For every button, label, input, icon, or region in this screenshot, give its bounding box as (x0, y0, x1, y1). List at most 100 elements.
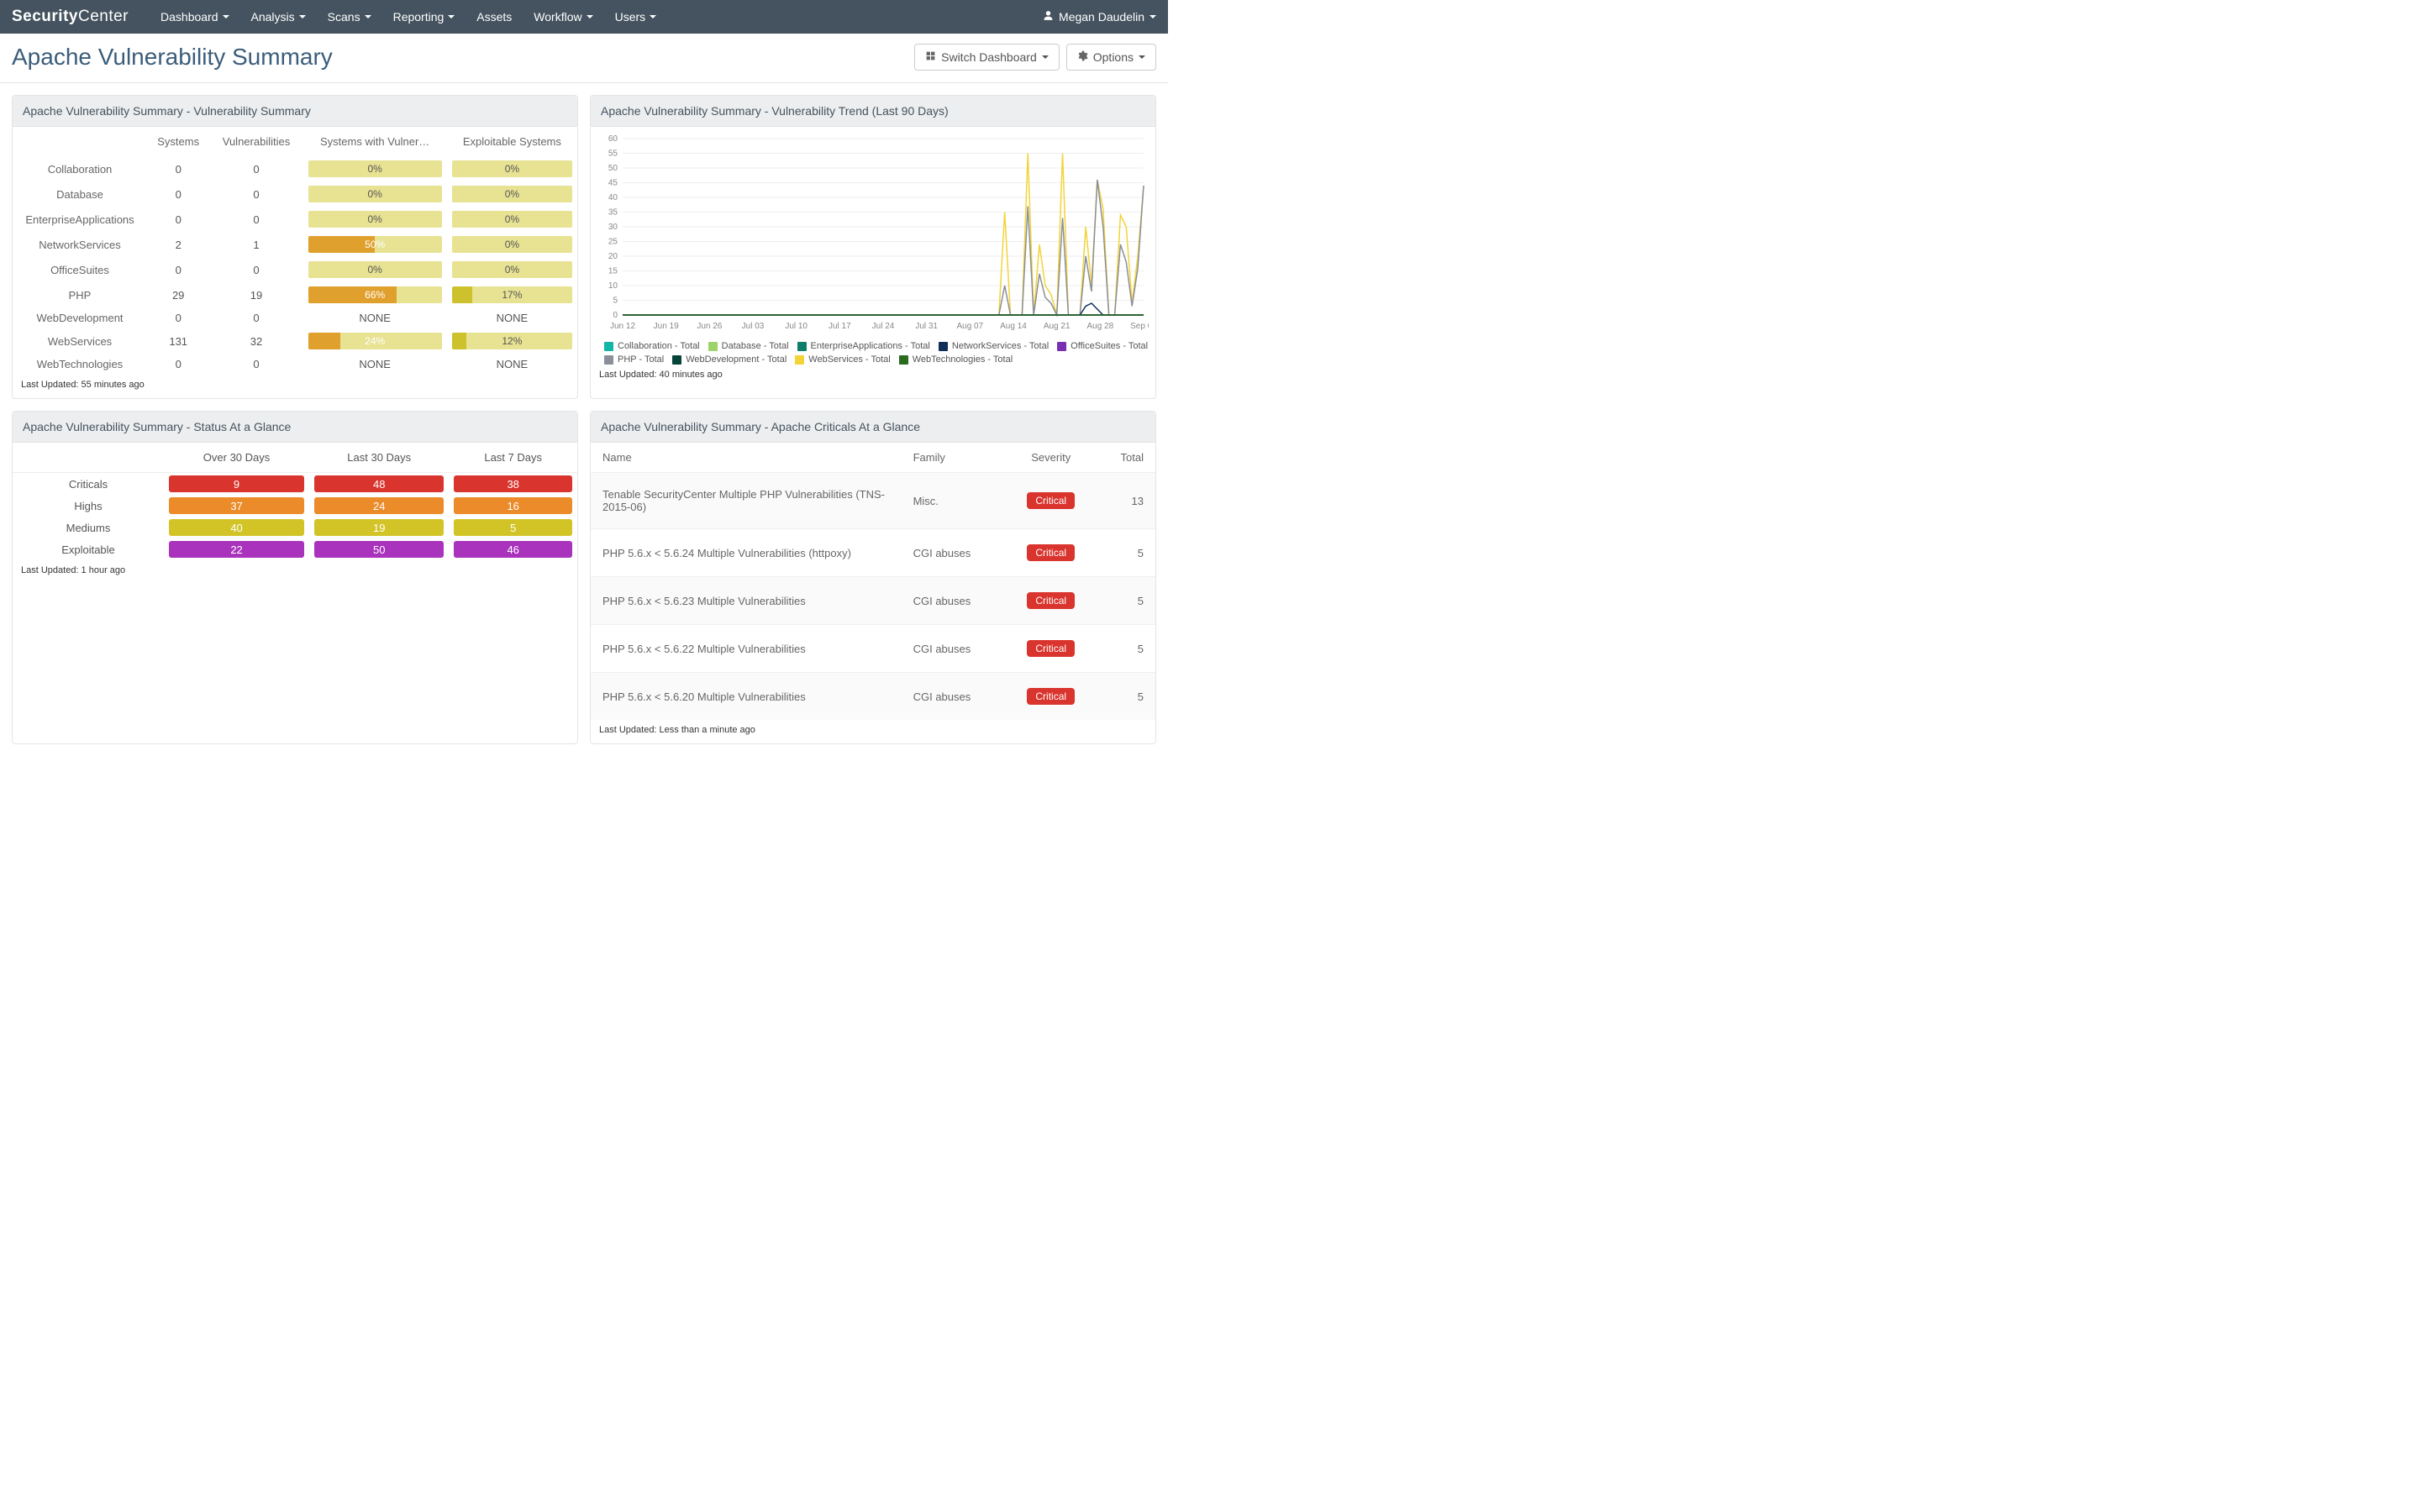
table-row: PHP291966%17% (13, 282, 577, 307)
svg-text:30: 30 (608, 223, 618, 232)
legend-label: PHP - Total (618, 354, 664, 365)
nav-items: Dashboard Analysis Scans Reporting Assets Wor… (160, 10, 656, 24)
status-cell[interactable]: 16 (449, 495, 577, 517)
status-cell[interactable]: 48 (309, 473, 449, 496)
cell-vulns: 0 (209, 354, 302, 375)
table-row: EnterpriseApplications000%0% (13, 207, 577, 232)
nav-item-workflow[interactable]: Workflow (534, 10, 592, 24)
table-row[interactable]: PHP 5.6.x < 5.6.22 Multiple Vulnerabilit… (591, 625, 1155, 673)
panel-header: Apache Vulnerability Summary - Apache Cr… (591, 412, 1155, 443)
brand: SecurityCenter (12, 8, 129, 26)
cell-bar[interactable]: 0% (447, 207, 577, 232)
chevron-down-icon (365, 15, 371, 18)
user-menu[interactable]: Megan Daudelin (1043, 10, 1156, 24)
col-header: Vulnerabilities (209, 127, 302, 156)
table-row: Database000%0% (13, 181, 577, 207)
legend-item[interactable]: PHP - Total (604, 354, 664, 365)
status-cell[interactable]: 50 (309, 538, 449, 560)
crit-family: CGI abuses (902, 577, 1006, 625)
legend-item[interactable]: WebTechnologies - Total (899, 354, 1013, 365)
cell-none: NONE (447, 307, 577, 328)
row-label: WebTechnologies (13, 354, 147, 375)
switch-dashboard-label: Switch Dashboard (941, 50, 1037, 64)
table-row[interactable]: PHP 5.6.x < 5.6.20 Multiple Vulnerabilit… (591, 673, 1155, 721)
col-header[interactable]: Total (1097, 443, 1155, 473)
legend-label: WebDevelopment - Total (686, 354, 786, 365)
status-cell[interactable]: 24 (309, 495, 449, 517)
status-cell[interactable]: 22 (164, 538, 309, 560)
cell-bar[interactable]: 12% (447, 328, 577, 354)
panel-footer: Last Updated: Less than a minute ago (591, 720, 1155, 743)
nav-label: Workflow (534, 10, 581, 24)
cell-bar[interactable]: 0% (447, 232, 577, 257)
trend-chart[interactable]: 051015202530354045505560Jun 12Jun 19Jun … (591, 127, 1155, 338)
cell-bar[interactable]: 50% (303, 232, 447, 257)
table-row: WebTechnologies00NONENONE (13, 354, 577, 375)
col-header[interactable]: Name (591, 443, 902, 473)
legend-label: OfficeSuites - Total (1071, 341, 1148, 351)
col-header: Last 30 Days (309, 443, 449, 473)
svg-text:20: 20 (608, 252, 618, 261)
badge-critical: Critical (1027, 640, 1075, 657)
status-cell[interactable]: 19 (309, 517, 449, 538)
table-row[interactable]: PHP 5.6.x < 5.6.23 Multiple Vulnerabilit… (591, 577, 1155, 625)
legend-item[interactable]: OfficeSuites - Total (1057, 341, 1148, 351)
cell-bar[interactable]: 0% (447, 181, 577, 207)
cell-bar[interactable]: 0% (303, 257, 447, 282)
nav-item-scans[interactable]: Scans (328, 10, 371, 24)
legend-item[interactable]: NetworkServices - Total (939, 341, 1049, 351)
status-cell[interactable]: 9 (164, 473, 309, 496)
chevron-down-icon (299, 15, 306, 18)
col-header[interactable]: Severity (1005, 443, 1097, 473)
nav-item-assets[interactable]: Assets (476, 10, 512, 24)
table-row[interactable]: Tenable SecurityCenter Multiple PHP Vuln… (591, 473, 1155, 529)
status-cell[interactable]: 46 (449, 538, 577, 560)
svg-text:5: 5 (613, 297, 618, 306)
legend-label: Collaboration - Total (618, 341, 700, 351)
legend-item[interactable]: Collaboration - Total (604, 341, 700, 351)
legend-label: WebTechnologies - Total (913, 354, 1013, 365)
col-header[interactable]: Family (902, 443, 1006, 473)
cell-bar[interactable]: 0% (303, 156, 447, 181)
user-name: Megan Daudelin (1059, 10, 1144, 24)
legend-item[interactable]: Database - Total (708, 341, 789, 351)
table-row: NetworkServices2150%0% (13, 232, 577, 257)
table-row: WebDevelopment00NONENONE (13, 307, 577, 328)
table-row[interactable]: PHP 5.6.x < 5.6.24 Multiple Vulnerabilit… (591, 529, 1155, 577)
chevron-down-icon (587, 15, 593, 18)
legend-item[interactable]: WebDevelopment - Total (672, 354, 786, 365)
status-cell[interactable]: 37 (164, 495, 309, 517)
nav-item-dashboard[interactable]: Dashboard (160, 10, 229, 24)
badge-critical: Critical (1027, 544, 1075, 561)
cell-bar[interactable]: 0% (447, 156, 577, 181)
status-cell[interactable]: 5 (449, 517, 577, 538)
row-label: WebServices (13, 328, 147, 354)
legend-item[interactable]: WebServices - Total (795, 354, 890, 365)
col-header: Over 30 Days (164, 443, 309, 473)
row-label: EnterpriseApplications (13, 207, 147, 232)
status-cell[interactable]: 38 (449, 473, 577, 496)
cell-bar[interactable]: 24% (303, 328, 447, 354)
nav-item-users[interactable]: Users (615, 10, 657, 24)
col-header: Systems (147, 127, 209, 156)
table-row: Collaboration000%0% (13, 156, 577, 181)
svg-text:Jul 17: Jul 17 (829, 322, 851, 331)
status-cell[interactable]: 40 (164, 517, 309, 538)
options-button[interactable]: Options (1066, 44, 1156, 71)
legend-swatch (604, 355, 613, 365)
switch-dashboard-button[interactable]: Switch Dashboard (914, 44, 1060, 71)
svg-text:Jul 10: Jul 10 (785, 322, 808, 331)
cell-bar[interactable]: 17% (447, 282, 577, 307)
cell-bar[interactable]: 0% (303, 181, 447, 207)
svg-text:15: 15 (608, 267, 618, 276)
cell-vulns: 0 (209, 156, 302, 181)
cell-vulns: 19 (209, 282, 302, 307)
row-label: Highs (13, 495, 164, 517)
cell-bar[interactable]: 0% (447, 257, 577, 282)
nav-item-reporting[interactable]: Reporting (393, 10, 455, 24)
nav-item-analysis[interactable]: Analysis (251, 10, 306, 24)
legend-item[interactable]: EnterpriseApplications - Total (797, 341, 930, 351)
cell-bar[interactable]: 0% (303, 207, 447, 232)
cell-vulns: 1 (209, 232, 302, 257)
cell-bar[interactable]: 66% (303, 282, 447, 307)
